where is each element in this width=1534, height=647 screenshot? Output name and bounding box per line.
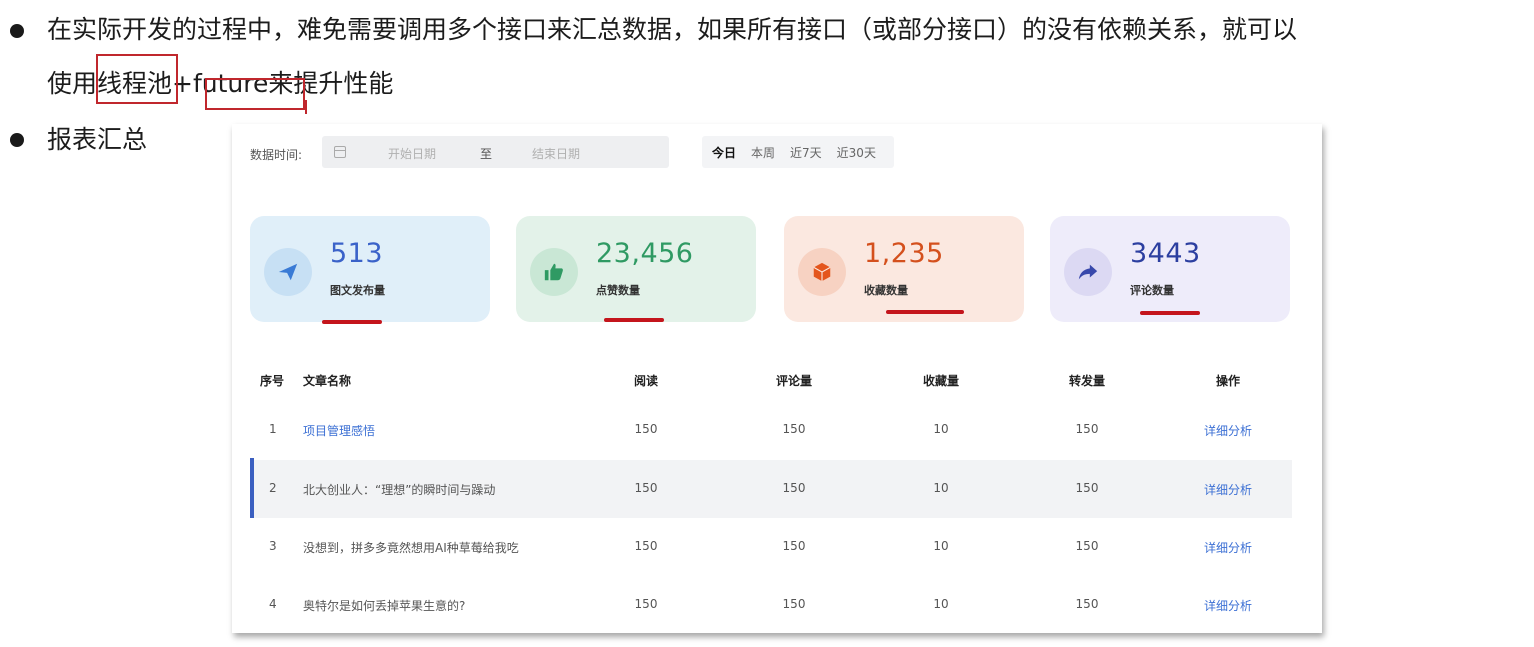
- article-title-link[interactable]: 奥特尔是如何丢掉苹果生意的?: [303, 597, 465, 614]
- th-title: 文章名称: [303, 374, 352, 388]
- date-start-input[interactable]: 开始日期: [388, 145, 436, 162]
- cell-shares: 150: [1075, 422, 1099, 436]
- calendar-icon: [334, 146, 346, 158]
- stat-label: 图文发布量: [330, 284, 385, 297]
- range-30-days[interactable]: 近30天: [837, 144, 876, 161]
- cell-shares: 150: [1075, 539, 1099, 553]
- cell-read: 150: [634, 481, 658, 495]
- cell-comments: 150: [782, 481, 806, 495]
- stat-card-likes: 23,456 点赞数量: [516, 216, 756, 322]
- cell-no: 3: [269, 539, 277, 553]
- annotation-underline: [322, 320, 382, 324]
- th-favorites: 收藏量: [922, 374, 960, 388]
- highlight-box-future: [205, 78, 305, 110]
- report-dashboard: 数据时间: 开始日期 至 结束日期 今日 本周 近7天 近30天 513 图文发…: [232, 124, 1322, 633]
- stat-label: 收藏数量: [864, 284, 908, 297]
- cell-read: 150: [634, 597, 658, 611]
- cell-read: 150: [634, 422, 658, 436]
- cell-no: 1: [269, 422, 277, 436]
- detail-analysis-link[interactable]: 详细分析: [1204, 481, 1252, 498]
- stat-value: 513: [330, 238, 384, 269]
- stat-label: 点赞数量: [596, 284, 640, 297]
- detail-analysis-link[interactable]: 详细分析: [1204, 539, 1252, 556]
- cell-comments: 150: [782, 539, 806, 553]
- quick-range-group: 今日 本周 近7天 近30天: [702, 136, 894, 168]
- article-title-link[interactable]: 项目管理感悟: [303, 422, 375, 439]
- cell-no: 4: [269, 597, 277, 611]
- detail-analysis-link[interactable]: 详细分析: [1204, 597, 1252, 614]
- detail-analysis-link[interactable]: 详细分析: [1204, 422, 1252, 439]
- bullet-dot: [10, 133, 24, 147]
- bullet-dot: [10, 24, 24, 38]
- article-title-link[interactable]: 没想到，拼多多竟然想用AI种草莓给我吃: [303, 539, 519, 556]
- stat-value: 1,235: [864, 238, 944, 269]
- share-arrow-icon: [1064, 248, 1112, 296]
- cell-shares: 150: [1075, 481, 1099, 495]
- th-action: 操作: [1215, 374, 1241, 388]
- text-cursor-mark: [305, 100, 307, 114]
- range-today[interactable]: 今日: [712, 144, 736, 161]
- annotation-underline: [1140, 311, 1200, 315]
- stat-card-comments: 3443 评论数量: [1050, 216, 1290, 322]
- date-range-picker[interactable]: 开始日期 至 结束日期: [322, 136, 669, 168]
- article-title-link[interactable]: 北大创业人：“理想”的瞬时间与躁动: [303, 481, 495, 498]
- stat-card-favorites: 1,235 收藏数量: [784, 216, 1024, 322]
- stat-card-posts: 513 图文发布量: [250, 216, 490, 322]
- range-7-days[interactable]: 近7天: [790, 144, 822, 161]
- cell-shares: 150: [1075, 597, 1099, 611]
- row-selection-bar: [250, 458, 254, 518]
- paper-plane-icon: [264, 248, 312, 296]
- cell-favorites: 10: [933, 422, 949, 436]
- annotation-underline: [886, 310, 964, 314]
- thumbs-up-icon: [530, 248, 578, 296]
- stat-value: 23,456: [596, 238, 694, 269]
- th-comments: 评论量: [775, 374, 813, 388]
- date-end-input[interactable]: 结束日期: [532, 145, 580, 162]
- th-no: 序号: [260, 374, 285, 388]
- th-read: 阅读: [633, 374, 659, 388]
- cell-favorites: 10: [933, 481, 949, 495]
- stat-label: 评论数量: [1130, 284, 1174, 297]
- th-shares: 转发量: [1068, 374, 1106, 388]
- cell-no: 2: [269, 481, 277, 495]
- bullet-text-line1: 在实际开发的过程中，难免需要调用多个接口来汇总数据，如果所有接口（或部分接口）的…: [47, 15, 1298, 44]
- highlight-box-thread-pool: [96, 54, 178, 104]
- cell-favorites: 10: [933, 597, 949, 611]
- cube-icon: [798, 248, 846, 296]
- cell-favorites: 10: [933, 539, 949, 553]
- cell-read: 150: [634, 539, 658, 553]
- cell-comments: 150: [782, 422, 806, 436]
- date-filter-label: 数据时间:: [250, 148, 303, 162]
- range-this-week[interactable]: 本周: [751, 144, 775, 161]
- bullet-text-report: 报表汇总: [47, 125, 148, 154]
- stat-value: 3443: [1130, 238, 1201, 269]
- date-separator: 至: [480, 147, 493, 161]
- annotation-underline: [604, 318, 664, 322]
- cell-comments: 150: [782, 597, 806, 611]
